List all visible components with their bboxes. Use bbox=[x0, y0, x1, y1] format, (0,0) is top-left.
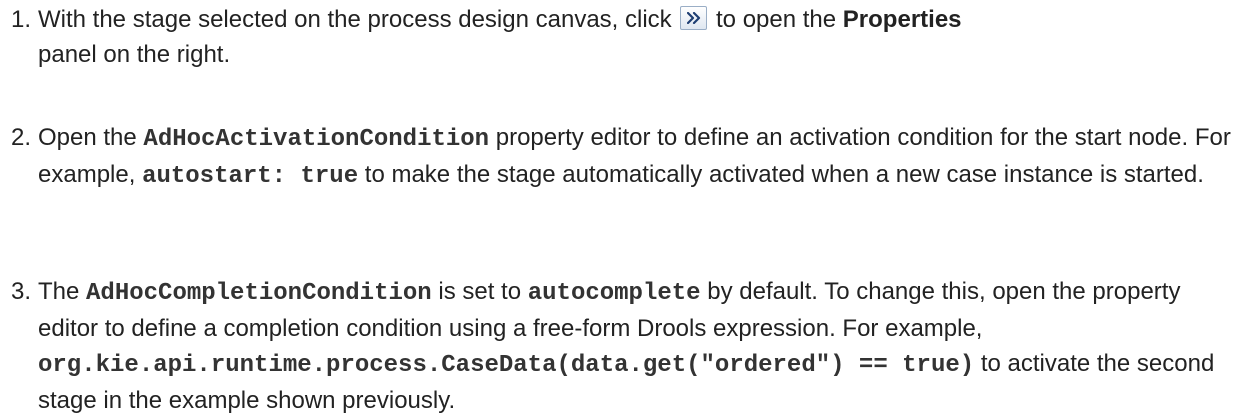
step-number: 2. bbox=[11, 124, 32, 151]
step-text: Open the AdHocActivationCondition proper… bbox=[38, 124, 1231, 190]
step-number: 3. bbox=[11, 278, 32, 305]
activation-condition-code: AdHocActivationCondition bbox=[143, 126, 490, 153]
step-1: 1. With the stage selected on the proces… bbox=[0, 2, 1240, 72]
document: 1. With the stage selected on the proces… bbox=[0, 0, 1248, 418]
step-text: The AdHocCompletionCondition is set to a… bbox=[38, 278, 1215, 414]
step-number: 1. bbox=[11, 6, 32, 33]
double-chevron-right-icon[interactable] bbox=[680, 6, 708, 30]
step-3: 3. The AdHocCompletionCondition is set t… bbox=[0, 274, 1240, 418]
case-data-expression-code: org.kie.api.runtime.process.CaseData(dat… bbox=[38, 352, 975, 379]
completion-condition-code: AdHocCompletionCondition bbox=[86, 280, 432, 307]
properties-label: Properties bbox=[842, 6, 962, 33]
autocomplete-code: autocomplete bbox=[527, 280, 701, 307]
autostart-code: autostart: true bbox=[142, 163, 359, 190]
step-text: With the stage selected on the process d… bbox=[38, 6, 962, 68]
step-2: 2. Open the AdHocActivationCondition pro… bbox=[0, 120, 1240, 194]
